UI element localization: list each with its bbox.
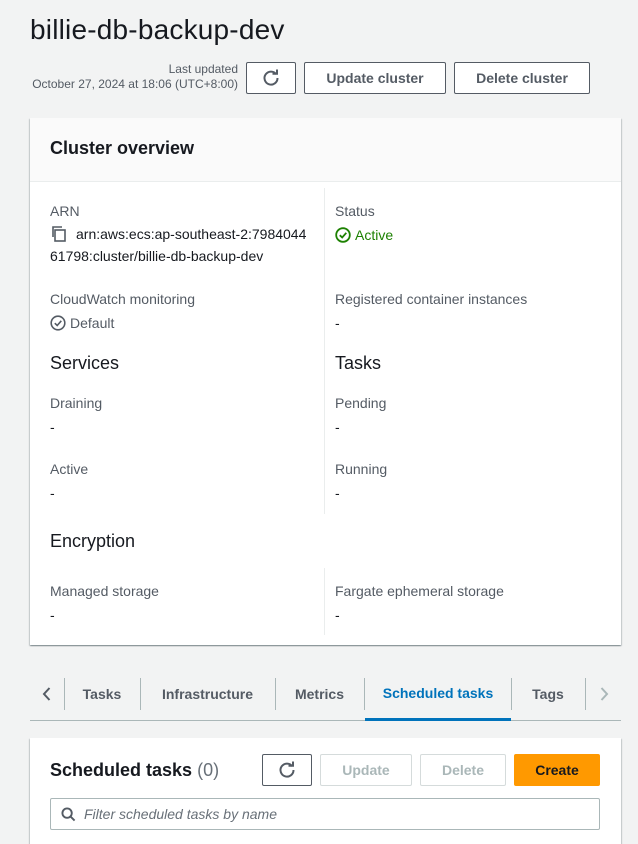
scheduled-tasks-title: Scheduled tasks <box>50 760 193 780</box>
cluster-overview-panel: Cluster overview ARN arn:aws:ecs:ap-sout… <box>30 118 621 645</box>
running-label: Running <box>335 461 388 477</box>
scheduled-refresh-button[interactable] <box>262 754 312 786</box>
status-field: Status Active <box>335 203 393 243</box>
delete-cluster-button[interactable]: Delete cluster <box>454 62 590 94</box>
tab-scheduled-tasks[interactable]: Scheduled tasks <box>365 668 511 721</box>
refresh-button[interactable] <box>246 62 296 94</box>
managed-storage-value: - <box>50 607 55 623</box>
scheduled-tasks-search[interactable] <box>50 798 600 830</box>
arn-label: ARN <box>50 203 80 219</box>
scheduled-tasks-count: (0) <box>197 760 220 780</box>
status-ok-icon <box>335 227 351 243</box>
draining-value: - <box>50 419 55 435</box>
running-field: Running - <box>335 461 387 501</box>
column-divider <box>324 568 325 635</box>
tab-bar: Tasks Infrastructure Metrics Scheduled t… <box>30 668 621 721</box>
chevron-right-icon <box>600 687 608 701</box>
instances-label: Registered container instances <box>335 291 528 307</box>
running-value: - <box>335 485 340 501</box>
update-cluster-button[interactable]: Update cluster <box>304 62 446 94</box>
tab-tasks[interactable]: Tasks <box>65 668 139 720</box>
pending-label: Pending <box>335 395 387 411</box>
search-icon <box>61 806 76 821</box>
arn-value-line2: 61798:cluster/billie-db-backup-dev <box>50 248 264 264</box>
pending-field: Pending - <box>335 395 386 435</box>
instances-field: Registered container instances - <box>335 291 527 331</box>
tab-metrics[interactable]: Metrics <box>276 668 363 720</box>
tasks-heading: Tasks <box>335 353 382 373</box>
scheduled-update-button[interactable]: Update <box>320 754 412 786</box>
tab-infrastructure[interactable]: Infrastructure <box>141 668 274 720</box>
tab-tags[interactable]: Tags <box>512 668 584 720</box>
scheduled-tasks-heading: Scheduled tasks (0) <box>50 760 219 781</box>
last-updated-value: October 27, 2024 at 18:06 (UTC+8:00) <box>32 77 238 91</box>
services-heading: Services <box>50 353 120 373</box>
chevron-left-icon <box>42 687 51 701</box>
arn-value-line1: arn:aws:ecs:ap-southeast-2:7984044 <box>76 226 307 242</box>
refresh-icon <box>263 69 279 86</box>
cloudwatch-label: CloudWatch monitoring <box>50 291 195 307</box>
fargate-storage-value: - <box>335 607 340 623</box>
fargate-storage-field: Fargate ephemeral storage - <box>335 583 504 623</box>
column-divider <box>324 188 325 514</box>
arn-field: ARN arn:aws:ecs:ap-southeast-2:7984044 6… <box>50 203 306 267</box>
cluster-overview-title: Cluster overview <box>30 118 621 182</box>
draining-field: Draining - <box>50 395 102 435</box>
pending-value: - <box>335 419 340 435</box>
last-updated: Last updated October 27, 2024 at 18:06 (… <box>32 62 238 92</box>
fargate-storage-label: Fargate ephemeral storage <box>335 583 504 599</box>
managed-storage-field: Managed storage - <box>50 583 159 623</box>
tabs-scroll-left-button[interactable] <box>30 668 64 720</box>
instances-value: - <box>335 315 340 331</box>
copy-icon[interactable] <box>50 225 68 243</box>
scheduled-delete-button[interactable]: Delete <box>420 754 506 786</box>
check-circle-icon <box>50 315 66 331</box>
scheduled-create-button[interactable]: Create <box>514 754 600 786</box>
services-active-field: Active - <box>50 461 88 501</box>
status-label: Status <box>335 203 375 219</box>
services-active-label: Active <box>50 461 89 477</box>
refresh-icon <box>279 761 295 778</box>
last-updated-label: Last updated <box>168 62 238 76</box>
cloudwatch-field: CloudWatch monitoring Default <box>50 291 195 331</box>
tabs-scroll-right-button[interactable] <box>586 668 621 720</box>
page-title: billie-db-backup-dev <box>30 14 285 45</box>
managed-storage-label: Managed storage <box>50 583 159 599</box>
draining-label: Draining <box>50 395 103 411</box>
encryption-heading: Encryption <box>50 531 136 551</box>
status-value: Active <box>355 227 394 243</box>
scheduled-tasks-search-input[interactable] <box>84 806 564 822</box>
services-active-value: - <box>50 485 55 501</box>
cloudwatch-value: Default <box>70 315 115 331</box>
